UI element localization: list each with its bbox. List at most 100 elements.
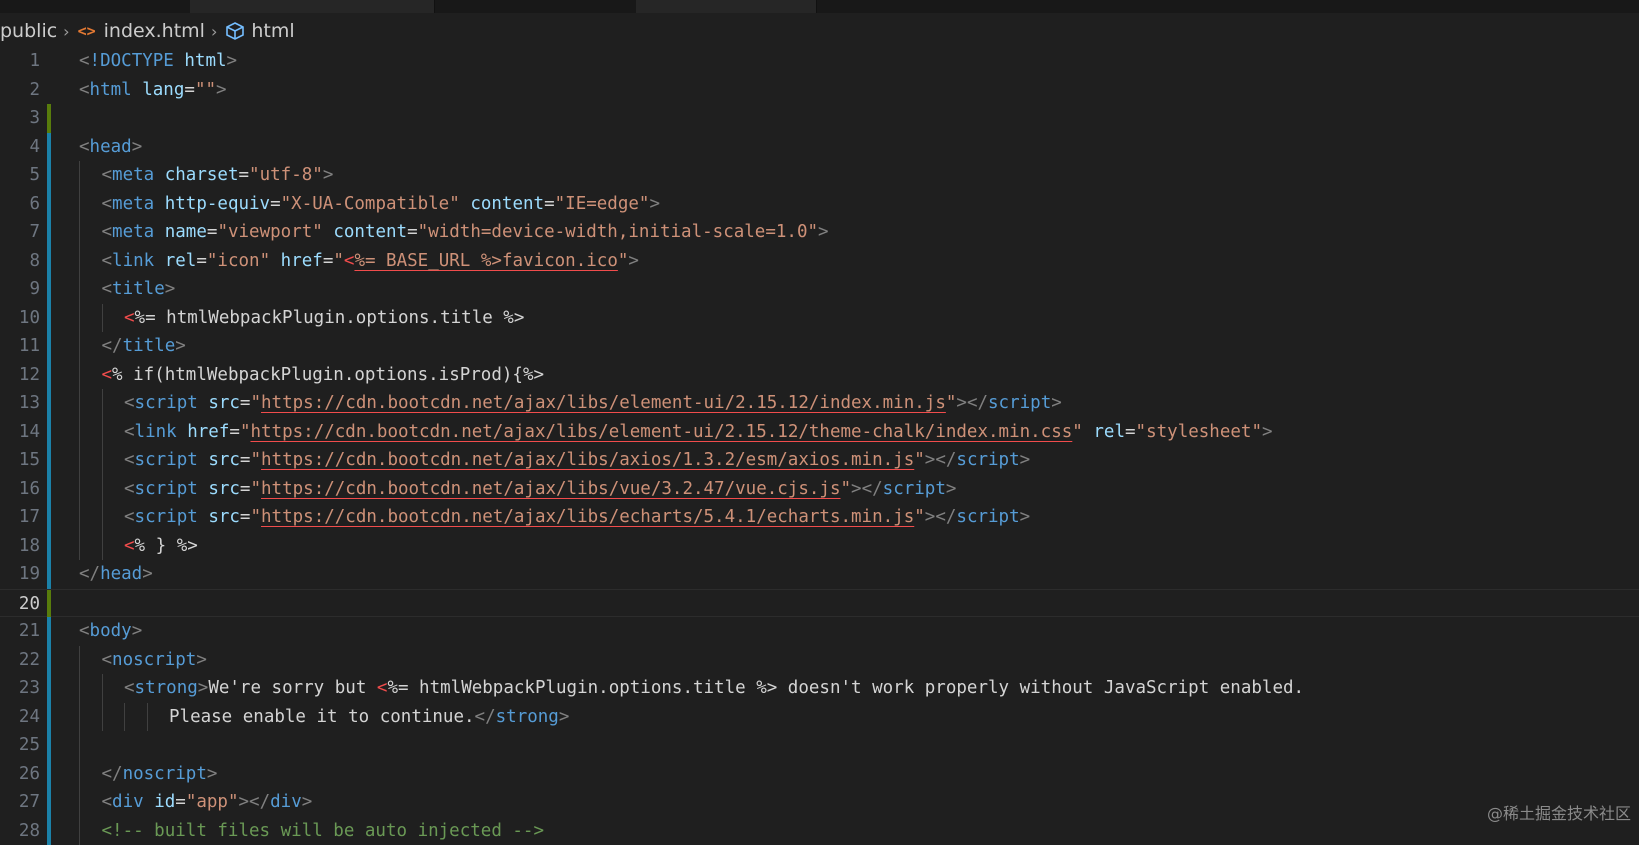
code-line[interactable]: 25	[0, 731, 1639, 760]
code-line[interactable]: 17<script src="https://cdn.bootcdn.net/a…	[0, 503, 1639, 532]
gutter-change-marker[interactable]	[47, 532, 51, 561]
code-line[interactable]: 20	[0, 589, 1639, 618]
gutter-change-marker[interactable]	[47, 247, 51, 276]
code-token: "	[333, 251, 344, 271]
gutter-change-marker[interactable]	[47, 560, 51, 589]
breadcrumb-file[interactable]: index.html	[104, 20, 205, 42]
code-token: =	[270, 194, 281, 214]
code-line[interactable]: 27<div id="app"></div>	[0, 788, 1639, 817]
code-token: % } %>	[135, 536, 198, 556]
code-token[interactable]: https://cdn.bootcdn.net/ajax/libs/elemen…	[261, 393, 946, 413]
line-number: 6	[0, 190, 40, 219]
code-token[interactable]: https://cdn.bootcdn.net/ajax/libs/vue/3.…	[261, 479, 840, 499]
code-line[interactable]: 4<head>	[0, 133, 1639, 162]
code-line[interactable]: 11</title>	[0, 332, 1639, 361]
code-token[interactable]: https://cdn.bootcdn.net/ajax/libs/axios/…	[261, 450, 914, 470]
code-line[interactable]: 2<html lang="">	[0, 76, 1639, 105]
code-token	[1083, 422, 1094, 442]
gutter-change-marker[interactable]	[47, 646, 51, 675]
gutter-change-marker[interactable]	[47, 760, 51, 789]
breadcrumb-folder[interactable]: public	[0, 20, 57, 42]
code-line[interactable]: 19</head>	[0, 560, 1639, 589]
gutter-change-marker[interactable]	[47, 133, 51, 162]
gutter-change-marker[interactable]	[47, 617, 51, 646]
code-line[interactable]: 6 <meta http-equiv="X-UA-Compatible" cont…	[0, 190, 1639, 219]
code-text: <script src="https://cdn.bootcdn.net/aja…	[124, 503, 1030, 532]
code-text: <script src="https://cdn.bootcdn.net/aja…	[124, 446, 1030, 475]
code-line[interactable]: 21<body>	[0, 617, 1639, 646]
code-token: ></	[239, 792, 271, 812]
chevron-right-icon: ›	[63, 22, 69, 41]
code-token: =	[323, 251, 334, 271]
code-line[interactable]: 16<script src="https://cdn.bootcdn.net/a…	[0, 475, 1639, 504]
code-line[interactable]: 5<meta charset="utf-8">	[0, 161, 1639, 190]
code-token: >	[216, 80, 227, 100]
gutter-change-marker[interactable]	[47, 418, 51, 447]
gutter-change-marker[interactable]	[47, 817, 51, 845]
indent-guide	[102, 389, 103, 418]
breadcrumb-symbol[interactable]: html	[251, 20, 294, 42]
code-line[interactable]: 24Please enable it to continue.</strong>	[0, 703, 1639, 732]
code-token: Please enable it to continue.	[169, 707, 475, 727]
gutter-change-marker[interactable]	[47, 503, 51, 532]
gutter-change-marker[interactable]	[47, 332, 51, 361]
gutter-change-marker[interactable]	[47, 703, 51, 732]
code-text: Please enable it to continue.</strong>	[169, 703, 569, 732]
code-line[interactable]: 12<% if(htmlWebpackPlugin.options.isProd…	[0, 361, 1639, 390]
code-line[interactable]: 1<!DOCTYPE html>	[0, 47, 1639, 76]
code-line[interactable]: 15<script src="https://cdn.bootcdn.net/a…	[0, 446, 1639, 475]
gutter-change-marker[interactable]	[47, 361, 51, 390]
code-token[interactable]: %= BASE_URL %>favicon.ico	[354, 251, 617, 271]
code-line[interactable]: 7<meta name="viewport" content="width=de…	[0, 218, 1639, 247]
code-token[interactable]: https://cdn.bootcdn.net/ajax/libs/echart…	[261, 507, 914, 527]
gutter-change-marker[interactable]	[47, 304, 51, 333]
code-line[interactable]: 23<strong>We're sorry but <%= htmlWebpac…	[0, 674, 1639, 703]
code-token: html	[184, 51, 226, 71]
code-token: head	[100, 564, 142, 584]
gutter-change-marker[interactable]	[47, 161, 51, 190]
code-token	[460, 194, 471, 214]
code-line[interactable]: 28<!-- built files will be auto injected…	[0, 817, 1639, 845]
code-line[interactable]: 8<link rel="icon" href="<%= BASE_URL %>f…	[0, 247, 1639, 276]
gutter-change-marker[interactable]	[47, 731, 51, 760]
code-token: strong	[135, 678, 198, 698]
gutter-change-marker[interactable]	[47, 190, 51, 219]
indent-guide	[102, 503, 103, 532]
code-token: content	[333, 222, 407, 242]
editor-tab[interactable]	[190, 0, 435, 13]
code-line[interactable]: 3	[0, 104, 1639, 133]
gutter-change-marker[interactable]	[47, 275, 51, 304]
code-token[interactable]: https://cdn.bootcdn.net/ajax/libs/elemen…	[250, 422, 1072, 442]
code-token: We're sorry but	[208, 678, 377, 698]
line-number: 9	[0, 275, 40, 304]
code-token: "	[946, 393, 957, 413]
gutter-change-marker[interactable]	[47, 475, 51, 504]
code-token: =	[1125, 422, 1136, 442]
gutter-change-marker[interactable]	[47, 104, 51, 133]
code-line[interactable]: 26</noscript>	[0, 760, 1639, 789]
code-line[interactable]: 18<% } %>	[0, 532, 1639, 561]
code-token: >	[132, 137, 143, 157]
gutter-change-marker[interactable]	[47, 788, 51, 817]
code-line[interactable]: 13<script src="https://cdn.bootcdn.net/a…	[0, 389, 1639, 418]
gutter-change-marker[interactable]	[47, 218, 51, 247]
code-token: meta	[112, 222, 165, 242]
code-text: <meta http-equiv="X-UA-Compatible" conte…	[102, 190, 661, 219]
code-token: >	[1262, 422, 1273, 442]
indent-guide	[79, 247, 80, 276]
editor-tab[interactable]	[636, 0, 817, 13]
code-line[interactable]: 14<link href="https://cdn.bootcdn.net/aj…	[0, 418, 1639, 447]
code-line[interactable]: 22<noscript>	[0, 646, 1639, 675]
code-line[interactable]: 9<title>	[0, 275, 1639, 304]
code-token: html	[90, 80, 143, 100]
code-token: div	[112, 792, 154, 812]
gutter-change-marker[interactable]	[47, 446, 51, 475]
gutter-change-marker[interactable]	[47, 590, 51, 619]
indent-guide	[102, 703, 103, 732]
gutter-change-marker[interactable]	[47, 389, 51, 418]
code-token	[323, 222, 334, 242]
gutter-change-marker[interactable]	[47, 674, 51, 703]
code-line[interactable]: 10<%= htmlWebpackPlugin.options.title %>	[0, 304, 1639, 333]
code-token: href	[187, 422, 229, 442]
code-editor[interactable]: 1<!DOCTYPE html>2<html lang="">34<head>5…	[0, 47, 1639, 830]
